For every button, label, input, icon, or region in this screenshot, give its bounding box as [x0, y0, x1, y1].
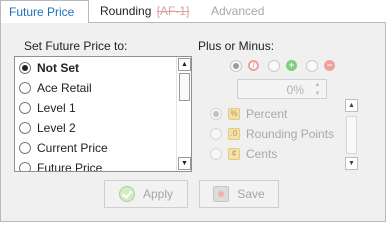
apply-label: Apply [142, 187, 174, 201]
radio-current-price[interactable] [19, 142, 31, 154]
radio-no-change[interactable] [230, 60, 242, 72]
list-item-not-set[interactable]: Not Set [19, 58, 174, 78]
spin-up-icon[interactable]: ▲ [311, 81, 324, 89]
radio-not-set[interactable] [19, 62, 31, 74]
list-item-label: Level 1 [37, 101, 76, 115]
no-change-icon: / [248, 60, 259, 71]
cents-icon: ¢ [228, 148, 240, 160]
scroll-down-icon[interactable]: ▼ [345, 157, 358, 170]
tab-rounding-label: Rounding [100, 4, 152, 18]
listbox-scrollbar[interactable]: ▲ ▼ [176, 57, 191, 171]
option-rounding-points[interactable]: .0 Rounding Points [210, 125, 334, 143]
radio-future-price[interactable] [19, 162, 31, 171]
list-item-label: Future Price [37, 161, 103, 172]
radio-ace-retail[interactable] [19, 82, 31, 94]
option-label: Percent [246, 107, 288, 121]
save-icon [213, 186, 230, 202]
list-item-label: Current Price [37, 141, 108, 155]
option-cents[interactable]: ¢ Cents [210, 145, 277, 163]
amount-value: 0% [286, 83, 304, 97]
plus-or-minus-label: Plus or Minus: [198, 39, 275, 53]
checkmark-icon [118, 186, 135, 202]
scroll-up-icon[interactable]: ▲ [345, 99, 358, 112]
radio-level-1[interactable] [19, 102, 31, 114]
radio-plus[interactable] [268, 60, 280, 72]
radio-minus[interactable] [306, 60, 318, 72]
option-label: Rounding Points [246, 127, 335, 141]
list-item-ace-retail[interactable]: Ace Retail [19, 78, 174, 98]
list-item-label: Not Set [37, 61, 79, 75]
percent-icon: % [228, 108, 240, 120]
tab-rounding[interactable]: Rounding [AF-1] [92, 0, 197, 22]
scroll-down-icon[interactable]: ▼ [178, 157, 191, 170]
set-future-price-label: Set Future Price to: [24, 39, 128, 53]
tab-advanced[interactable]: Advanced [203, 0, 272, 22]
amount-spinner[interactable]: 0% ▲ ▼ [237, 79, 327, 99]
scroll-thumb[interactable] [179, 73, 190, 101]
rounding-points-icon: .0 [228, 128, 240, 140]
list-item-future-price[interactable]: Future Price [19, 158, 174, 172]
tab-future-price[interactable]: Future Price [0, 0, 89, 23]
options-scrollbar[interactable]: ▲ ▼ [344, 99, 359, 171]
apply-button[interactable]: Apply [104, 180, 188, 208]
list-item-label: Ace Retail [37, 81, 92, 95]
radio-percent[interactable] [210, 108, 222, 120]
list-item-level-1[interactable]: Level 1 [19, 98, 174, 118]
future-price-listbox[interactable]: Not Set Ace Retail Level 1 Level 2 Curre… [14, 56, 192, 172]
save-label: Save [237, 187, 265, 201]
plus-icon: + [286, 60, 297, 71]
tab-bar: Future Price Rounding [AF-1] Advanced [0, 0, 388, 23]
save-button[interactable]: Save [199, 180, 279, 208]
spin-down-icon[interactable]: ▼ [311, 90, 324, 98]
radio-level-2[interactable] [19, 122, 31, 134]
radio-cents[interactable] [210, 148, 222, 160]
tab-rounding-tag: [AF-1] [156, 4, 190, 18]
option-percent[interactable]: % Percent [210, 105, 287, 123]
scroll-up-icon[interactable]: ▲ [178, 58, 191, 71]
minus-icon: − [324, 60, 335, 71]
option-label: Cents [246, 147, 278, 161]
list-item-label: Level 2 [37, 121, 76, 135]
list-item-level-2[interactable]: Level 2 [19, 118, 174, 138]
list-item-current-price[interactable]: Current Price [19, 138, 174, 158]
radio-rounding-points[interactable] [210, 128, 222, 140]
scroll-track[interactable] [346, 116, 357, 154]
